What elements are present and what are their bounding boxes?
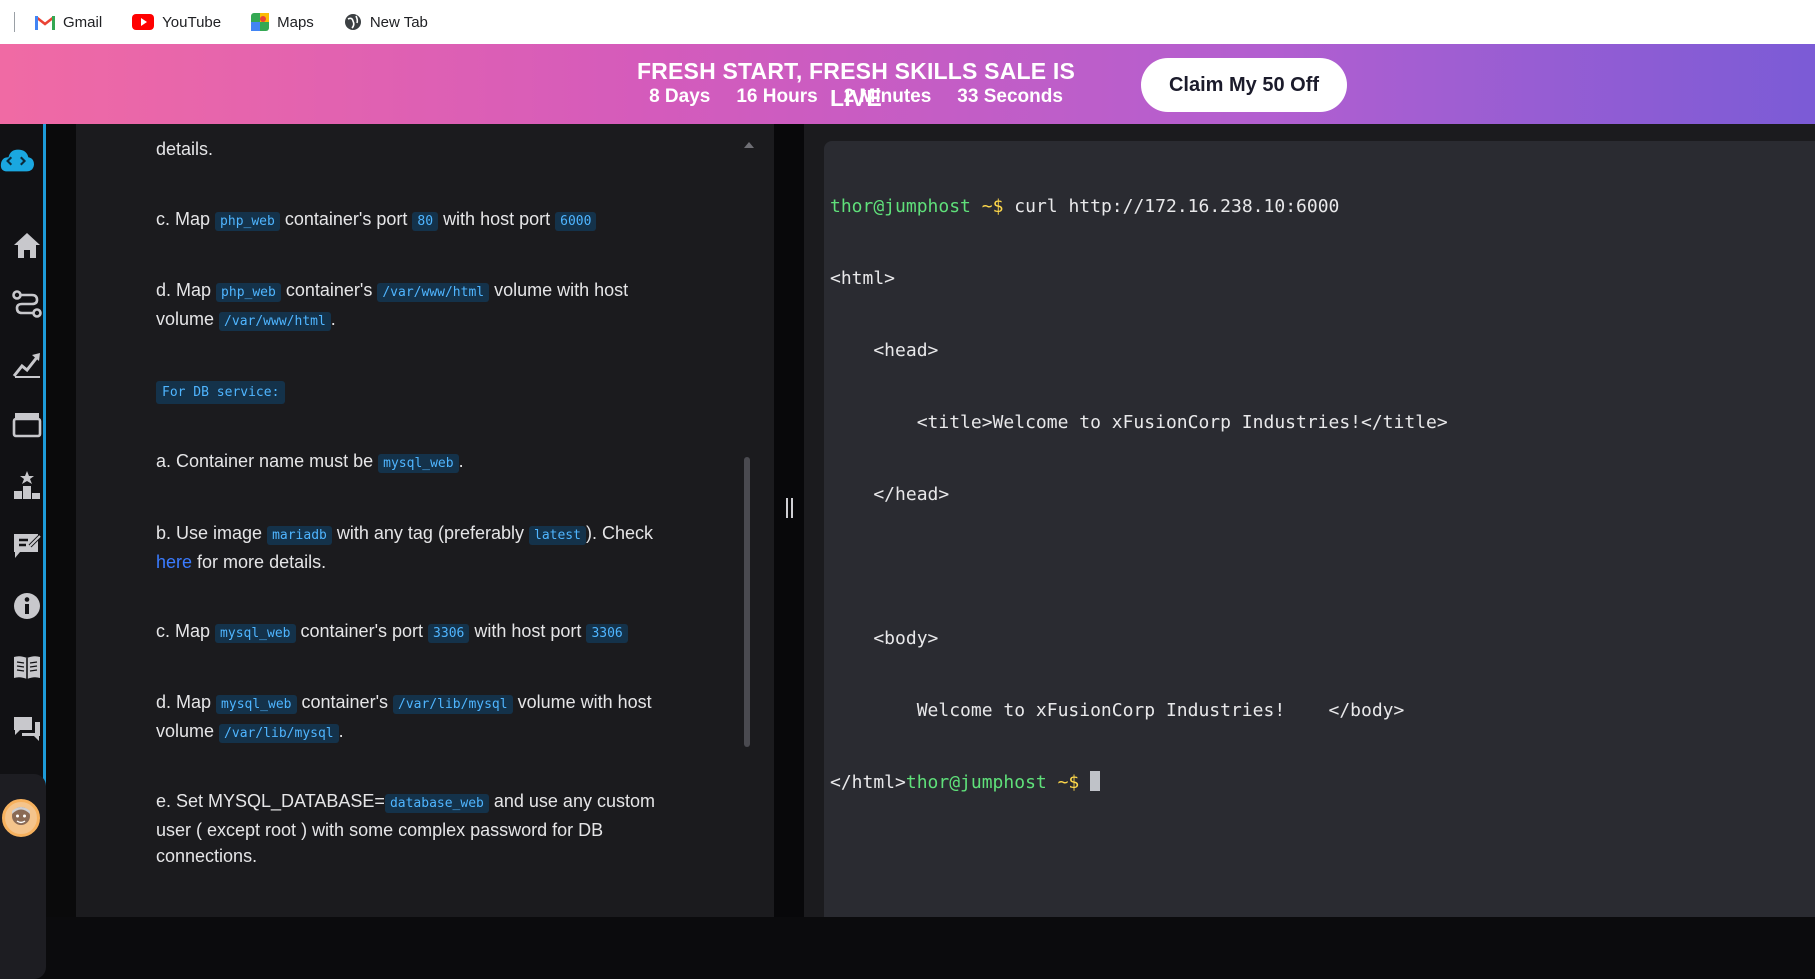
cinema-icon[interactable] (10, 407, 44, 441)
chat-icon[interactable] (10, 712, 44, 746)
code-snippet: 80 (412, 212, 439, 231)
bookmarks-separator (14, 12, 15, 32)
scroll-up-arrow-icon[interactable] (744, 142, 754, 148)
route-icon[interactable] (10, 287, 44, 321)
details-tail: details. (156, 139, 214, 159)
panel-divider (774, 124, 804, 917)
instructions-panel[interactable]: details. c. Map php_web container's port… (76, 124, 774, 917)
db-step-d: d. Map mysql_web container's /var/lib/my… (156, 692, 652, 743)
code-snippet: /var/lib/mysql (219, 724, 339, 743)
globe-icon (344, 14, 361, 30)
code-snippet: mysql_web (216, 695, 297, 714)
bookmark-maps[interactable]: Maps (251, 13, 314, 31)
info-icon[interactable] (10, 589, 44, 623)
sidebar-rail (0, 124, 46, 979)
avatar[interactable] (2, 799, 40, 837)
bookmark-youtube[interactable]: YouTube (132, 14, 221, 31)
countdown: 8 Days 16 Hours 2 Minutes 33 Seconds (616, 86, 1096, 108)
terminal-output-line: <title>Welcome to xFusionCorp Industries… (830, 412, 1448, 433)
code-snippet: 3306 (428, 624, 470, 643)
terminal-output-line: </head> (830, 484, 950, 505)
terminal-output-line: <html> (830, 268, 896, 289)
promo-banner: FRESH START, FRESH SKILLS SALE IS LIVE 8… (0, 44, 1815, 124)
terminal-prompt-line: </html>thor@jumphost ~$ (830, 771, 1809, 795)
code-snippet: mysql_web (215, 624, 296, 643)
countdown-minutes: 2 Minutes (843, 86, 932, 107)
terminal-output-line: <head> (830, 340, 939, 361)
code-snippet: database_web (384, 794, 489, 813)
db-step-c: c. Map mysql_web container's port 3306 w… (156, 618, 696, 647)
web-step-c: c. Map php_web container's port 80 with … (156, 206, 696, 235)
web-step-d: d. Map php_web container's /var/www/html… (156, 280, 629, 331)
code-snippet: php_web (215, 212, 280, 231)
countdown-seconds: 33 Seconds (957, 86, 1063, 107)
claim-offer-button[interactable]: Claim My 50 Off (1141, 58, 1347, 112)
maps-icon (251, 13, 270, 31)
bookmark-new-tab[interactable]: New Tab (344, 13, 428, 31)
gmail-icon (35, 15, 55, 30)
db-section-header: For DB service: (156, 377, 696, 406)
code-snippet: /var/www/html (219, 312, 331, 331)
bookmark-label: New Tab (369, 13, 428, 31)
bookmark-label: YouTube (162, 13, 222, 31)
here-link[interactable]: here (156, 552, 192, 572)
gutter (46, 124, 76, 917)
terminal-output-line: Welcome to xFusionCorp Industries! </bod… (830, 700, 1405, 721)
chart-icon[interactable] (10, 347, 44, 381)
code-snippet: php_web (216, 283, 281, 302)
code-snippet: latest (529, 526, 586, 545)
code-snippet: 6000 (555, 212, 597, 231)
bookmarks-bar: Gmail YouTube Maps New Tab (0, 0, 1815, 44)
bookmark-label: Gmail (63, 13, 103, 31)
db-step-b: b. Use image mariadb with any tag (prefe… (156, 523, 653, 572)
db-step-e: e. Set MYSQL_DATABASE= database_web and u… (156, 791, 655, 866)
bookmark-label: Maps (277, 13, 314, 31)
db-step-a: a. Container name must be mysql_web. (156, 451, 464, 473)
terminal-cursor (1090, 771, 1101, 791)
instructions-scrollbar[interactable] (744, 457, 750, 747)
code-snippet: 3306 (586, 624, 628, 643)
countdown-days: 8 Days (649, 86, 711, 107)
bookmark-gmail[interactable]: Gmail (35, 14, 102, 31)
notes-icon[interactable] (10, 529, 44, 563)
terminal[interactable]: thor@jumphost ~$ curl http://172.16.238.… (824, 141, 1815, 917)
logo-icon[interactable] (0, 144, 34, 178)
home-icon[interactable] (10, 228, 44, 262)
leaderboard-icon[interactable] (10, 468, 44, 502)
countdown-hours: 16 Hours (736, 86, 818, 107)
code-snippet: mariadb (267, 526, 332, 545)
terminal-output-line: <body> (830, 628, 939, 649)
terminal-command-line: thor@jumphost ~$ curl http://172.16.238.… (830, 196, 1340, 217)
youtube-icon (132, 14, 155, 30)
code-snippet: mysql_web (378, 454, 459, 473)
code-snippet: /var/www/html (377, 283, 490, 302)
book-icon[interactable] (10, 650, 44, 684)
resize-handle-icon[interactable] (784, 498, 794, 518)
code-snippet: /var/lib/mysql (393, 695, 513, 714)
